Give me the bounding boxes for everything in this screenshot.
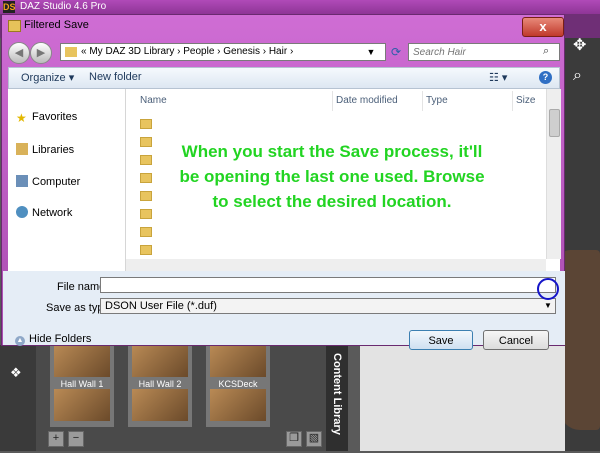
filtered-save-dialog: Filtered Save x ◀ ▶ « My DAZ 3D Library …: [1, 14, 565, 350]
content-library-panel: Hall Wall 1 Hall Wall 2 KCSDeck + − ❐ ▧: [36, 345, 336, 451]
command-bar: Organize ▾ New folder ☷ ▾ ?: [8, 67, 560, 89]
library-item-label: KCSDeck: [218, 379, 258, 389]
chevron-down-icon[interactable]: ▼: [541, 299, 555, 313]
library-thumbnail: [132, 389, 188, 421]
left-tool-strip: ❖: [0, 345, 36, 451]
vertical-scrollbar[interactable]: [546, 89, 561, 259]
nav-label: Computer: [32, 176, 81, 188]
search-icon[interactable]: ⌕: [543, 45, 549, 58]
new-folder-button[interactable]: New folder: [89, 71, 142, 83]
library-item[interactable]: [50, 389, 114, 427]
star-icon: ★: [16, 111, 27, 125]
organize-button[interactable]: Organize ▾: [21, 71, 74, 84]
view-options-button[interactable]: ☷ ▾: [489, 71, 507, 84]
folder-icon[interactable]: [140, 209, 152, 219]
content-library-label: Content Library: [331, 353, 343, 435]
hide-folders-label: Hide Folders: [29, 333, 92, 345]
help-icon[interactable]: ?: [539, 71, 552, 84]
folder-icon[interactable]: [140, 245, 152, 255]
libraries-icon: [16, 143, 28, 155]
close-button[interactable]: x: [522, 17, 564, 37]
refresh-icon[interactable]: ⟳: [388, 43, 404, 61]
nav-label: Libraries: [32, 144, 75, 156]
breadcrumb[interactable]: « My DAZ 3D Library › People › Genesis ›…: [81, 44, 293, 60]
address-bar[interactable]: « My DAZ 3D Library › People › Genesis ›…: [60, 43, 386, 61]
viewport-figure: [560, 250, 600, 430]
library-item[interactable]: [128, 389, 192, 427]
nav-item-libraries[interactable]: Libraries: [16, 143, 74, 156]
column-header-date[interactable]: Date modified: [336, 95, 398, 106]
nav-label: Favorites: [32, 111, 78, 123]
navigation-pane: ★ Favorites Libraries Computer Network: [8, 89, 126, 271]
folder-icon[interactable]: [140, 227, 152, 237]
folder-icon[interactable]: [140, 155, 152, 165]
horizontal-scrollbar[interactable]: [126, 259, 546, 271]
cancel-button[interactable]: Cancel: [483, 330, 549, 350]
add-button[interactable]: +: [48, 431, 64, 447]
library-thumbnail: [54, 345, 110, 377]
folder-icon[interactable]: [140, 173, 152, 183]
tool-icon[interactable]: ❖: [10, 365, 22, 381]
library-item-label: Hall Wall 1: [60, 379, 104, 389]
file-name-input[interactable]: [100, 277, 556, 293]
library-thumbnail: [210, 389, 266, 421]
save-button[interactable]: Save: [409, 330, 473, 350]
zoom-tool-icon[interactable]: ⌕: [573, 68, 582, 84]
viewport[interactable]: [360, 345, 565, 451]
library-thumbnail: [132, 345, 188, 377]
library-item[interactable]: [206, 389, 270, 427]
save-options-area: File name: Save as type: DSON User File …: [3, 271, 565, 350]
nav-item-computer[interactable]: Computer: [16, 175, 80, 188]
app-title: DAZ Studio 4.6 Pro: [20, 1, 107, 12]
search-box[interactable]: ⌕: [408, 43, 560, 61]
annotation-text: When you start the Save process, it'll b…: [179, 142, 485, 211]
library-item-label: Hall Wall 2: [138, 379, 182, 389]
folder-icon: [8, 20, 21, 32]
chevron-down-icon[interactable]: ▼: [364, 43, 378, 61]
search-input[interactable]: [413, 45, 533, 59]
save-type-value: DSON User File (*.duf): [105, 300, 217, 312]
save-type-select[interactable]: DSON User File (*.duf) ▼: [100, 298, 556, 314]
scrollbar-thumb[interactable]: [549, 109, 560, 137]
settings-icon[interactable]: ▧: [306, 431, 322, 447]
app-titlebar: DS DAZ Studio 4.6 Pro: [0, 0, 600, 14]
folder-icon[interactable]: [140, 119, 152, 129]
column-header-name[interactable]: Name: [140, 95, 167, 106]
copy-icon[interactable]: ❐: [286, 431, 302, 447]
highlight-circle: [537, 278, 559, 300]
remove-button[interactable]: −: [68, 431, 84, 447]
folder-icon: [65, 47, 77, 57]
nav-label: Network: [32, 207, 73, 219]
network-icon: [16, 206, 28, 218]
back-button[interactable]: ◀: [8, 42, 30, 64]
file-list: Name Date modified Type Size When you st…: [126, 89, 561, 271]
content-library-tab[interactable]: Content Library: [326, 345, 348, 451]
computer-icon: [16, 175, 28, 187]
column-header-type[interactable]: Type: [426, 95, 448, 106]
move-tool-icon[interactable]: ✥: [573, 38, 586, 54]
column-header-size[interactable]: Size: [516, 95, 535, 106]
app-logo: DS: [3, 1, 16, 13]
chevron-up-icon: ▲: [15, 336, 25, 346]
nav-item-favorites[interactable]: ★ Favorites: [16, 111, 77, 124]
library-thumbnail: [54, 389, 110, 421]
library-thumbnail: [210, 345, 266, 377]
dialog-title: Filtered Save: [24, 19, 89, 31]
forward-button[interactable]: ▶: [30, 42, 52, 64]
folder-icon[interactable]: [140, 191, 152, 201]
folder-icon[interactable]: [140, 137, 152, 147]
hide-folders-button[interactable]: ▲ Hide Folders: [15, 333, 91, 346]
nav-item-network[interactable]: Network: [16, 206, 72, 219]
